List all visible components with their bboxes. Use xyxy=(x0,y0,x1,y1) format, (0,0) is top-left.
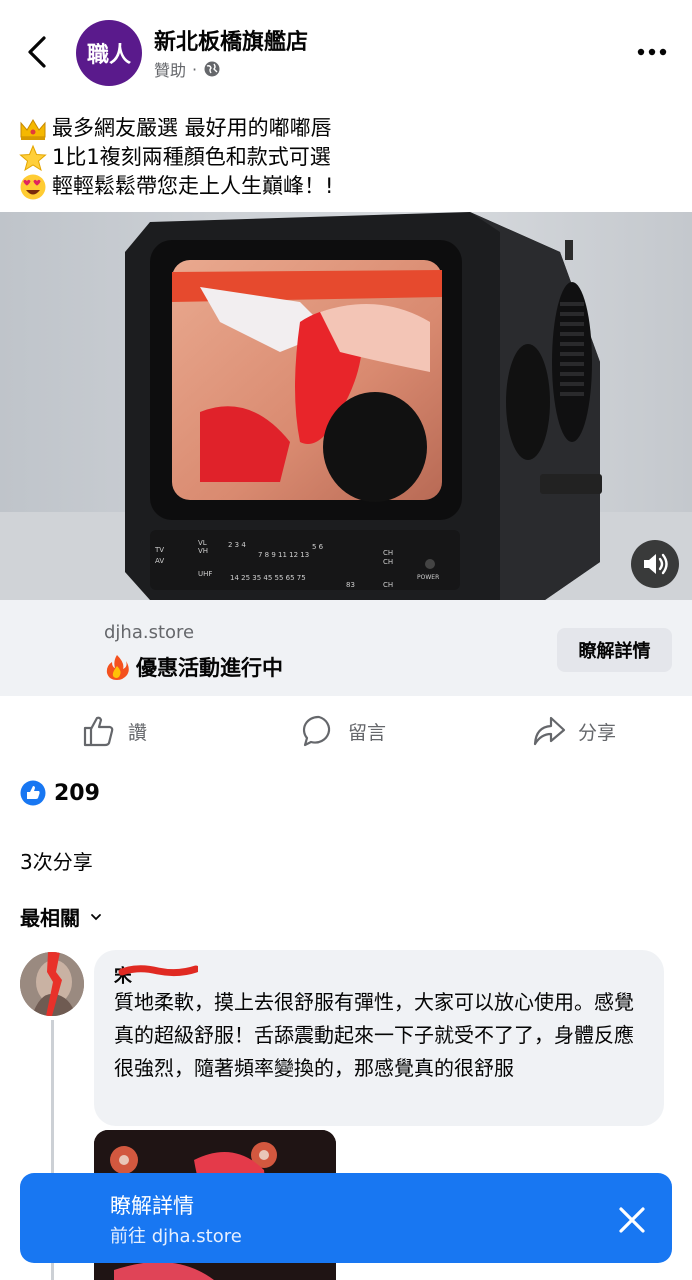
link-title-text: 優惠活動進行中 xyxy=(136,656,283,680)
cta-subtitle: 前往 djha.store xyxy=(110,1226,242,1247)
chevron-left-icon xyxy=(28,36,46,68)
tv-label-vl: VL xyxy=(198,539,207,547)
like-count: 209 xyxy=(54,780,100,806)
caption-line: 1比1複刻兩種顏色和款式可選 xyxy=(18,143,678,172)
sponsored-label: 贊助 · xyxy=(154,57,221,81)
tv-label-uhf: UHF xyxy=(198,570,212,578)
video-frame: VL VH 2 3 4 5 6 7 8 9 11 12 13 UHF 14 25… xyxy=(0,212,692,600)
speaker-icon xyxy=(644,553,668,575)
close-icon xyxy=(619,1207,645,1233)
learn-more-button[interactable]: 瞭解詳情 xyxy=(557,628,672,672)
cta-title[interactable]: 瞭解詳情 xyxy=(110,1190,194,1220)
chevron-down-icon xyxy=(91,913,101,920)
sort-label: 最相關 xyxy=(20,906,80,930)
link-title: 優惠活動進行中 xyxy=(104,652,283,682)
tv-label-vh: VH xyxy=(198,547,208,555)
comment-text: 質地柔軟，摸上去很舒服有彈性，大家可以放心使用。感覺真的超級舒服！舌舔震動起來一… xyxy=(114,990,634,1080)
cta-close-button[interactable] xyxy=(612,1200,652,1240)
caption-line-3: 輕輕鬆鬆帶您走上人生巔峰！! xyxy=(52,174,334,198)
share-count[interactable]: 3次分享 xyxy=(20,846,93,875)
separator-dot: · xyxy=(192,59,198,79)
tv-uhf-end: 83 xyxy=(346,581,355,589)
tv-power-label: POWER xyxy=(417,574,439,581)
tv-label-av: AV xyxy=(155,557,164,565)
reaction-summary[interactable]: 209 xyxy=(20,780,100,806)
like-reaction-icon xyxy=(20,780,46,806)
tv-vh-numbers: 7 8 9 11 12 13 xyxy=(258,551,309,559)
sound-toggle-button[interactable] xyxy=(631,540,679,588)
crown-emoji-icon xyxy=(20,118,46,140)
tv-ch-2: CH xyxy=(383,558,393,566)
caption-line: 最多網友嚴選 最好用的嘟嘟唇 xyxy=(18,114,678,143)
link-domain: djha.store xyxy=(104,622,195,643)
star-emoji-icon xyxy=(19,144,47,171)
ad-video[interactable]: VL VH 2 3 4 5 6 7 8 9 11 12 13 UHF 14 25… xyxy=(0,212,692,600)
share-button[interactable]: 分享 xyxy=(532,706,616,756)
like-label: 讚 xyxy=(128,721,148,744)
caption-line: 輕輕鬆鬆帶您走上人生巔峰！! xyxy=(18,172,678,201)
page-avatar[interactable]: 職人 xyxy=(76,20,142,86)
avatar-logo-text: 職人 xyxy=(86,42,131,68)
like-button[interactable]: 讚 xyxy=(82,706,147,756)
caption-line-2: 1比1複刻兩種顏色和款式可選 xyxy=(52,145,331,169)
redaction-mark xyxy=(118,962,200,978)
avatar-photo xyxy=(20,952,84,1016)
commenter-avatar[interactable] xyxy=(20,952,84,1016)
tv-ch-1: CH xyxy=(383,549,393,557)
share-label: 分享 xyxy=(578,721,617,744)
tv-ch-3: CH xyxy=(383,581,393,589)
comment-button[interactable]: 留言 xyxy=(302,706,386,756)
tv-uhf-numbers: 14 25 35 45 55 65 75 xyxy=(230,574,306,582)
caption-line-1: 最多網友嚴選 最好用的嘟嘟唇 xyxy=(52,116,332,140)
globe-icon xyxy=(204,61,220,77)
share-arrow-icon xyxy=(533,716,566,746)
thumbs-up-icon xyxy=(83,716,114,747)
ellipsis-icon xyxy=(637,48,667,56)
more-options-button[interactable] xyxy=(632,36,672,66)
page-name[interactable]: 新北板橋旗艦店 xyxy=(154,24,308,56)
tv-vh-top: 5 6 xyxy=(312,543,324,551)
back-button[interactable] xyxy=(20,30,56,74)
tv-vl-numbers: 2 3 4 xyxy=(228,541,246,549)
sponsored-text: 贊助 xyxy=(154,61,187,80)
comment-sort-dropdown[interactable]: 最相關 xyxy=(20,902,102,931)
fire-emoji-icon xyxy=(106,655,129,680)
tv-label-tv: TV xyxy=(154,546,164,554)
comment-bubble-icon xyxy=(302,715,331,747)
comment-label: 留言 xyxy=(348,721,387,744)
post-caption: 最多網友嚴選 最好用的嘟嘟唇 1比1複刻兩種顏色和款式可選 輕輕鬆鬆帶您走上人生… xyxy=(18,114,678,201)
heart-eyes-emoji-icon xyxy=(20,174,46,199)
